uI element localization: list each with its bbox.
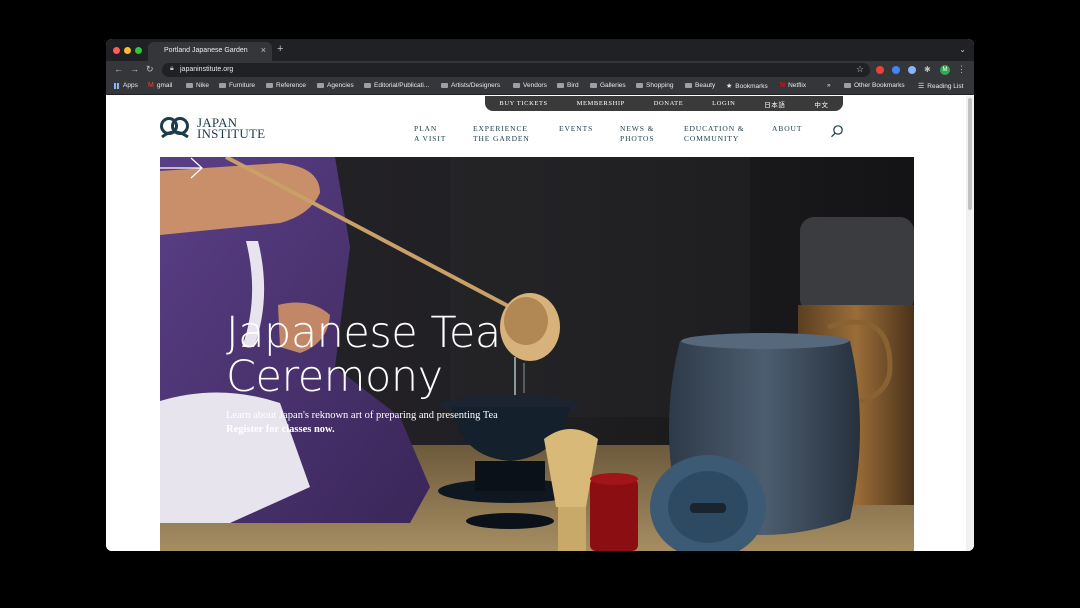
maximize-window-button[interactable] bbox=[135, 47, 142, 54]
bookmark-other-bookmarks[interactable]: Other Bookmarks bbox=[844, 82, 905, 89]
folder-icon bbox=[513, 83, 520, 88]
hero-title: Japanese Tea Ceremony bbox=[226, 308, 501, 402]
netflix-icon: N bbox=[780, 82, 786, 89]
bookmark-agencies[interactable]: Agencies bbox=[317, 82, 354, 89]
tab-strip: Portland Japanese Garden × + ⌄ bbox=[106, 39, 974, 61]
browser-window: Portland Japanese Garden × + ⌄ ← → ↻ 🔒︎ … bbox=[106, 39, 974, 551]
knot-logo-icon bbox=[160, 117, 189, 139]
bookmark-furniture[interactable]: Furniture bbox=[219, 82, 255, 89]
address-bar[interactable]: 🔒︎ japaninstitute.org ☆ bbox=[162, 63, 870, 77]
bookmark-bird[interactable]: Bird bbox=[557, 82, 579, 89]
folder-icon bbox=[219, 83, 226, 88]
folder-icon bbox=[636, 83, 643, 88]
bookmarks-bar: Apps Mgmail Nike Furniture Reference Age… bbox=[106, 79, 974, 95]
tab-close-icon[interactable]: × bbox=[261, 45, 266, 55]
bookmark-shopping[interactable]: Shopping bbox=[636, 82, 673, 89]
extension-icon-blue[interactable] bbox=[892, 66, 900, 74]
nav-about[interactable]: ABOUT bbox=[772, 124, 802, 134]
folder-icon bbox=[364, 83, 371, 88]
gmail-icon: M bbox=[148, 82, 154, 89]
forward-icon[interactable]: → bbox=[130, 64, 139, 75]
login-link[interactable]: LOGIN bbox=[712, 100, 735, 107]
browser-toolbar: ← → ↻ 🔒︎ japaninstitute.org ☆ ✱ M ⋮ bbox=[106, 61, 974, 79]
tab-search-icon[interactable]: ⌄ bbox=[959, 45, 966, 54]
logo-line-institute: INSTITUTE bbox=[197, 126, 266, 141]
bookmark-artists-designers[interactable]: Artists/Designers bbox=[441, 82, 500, 89]
folder-icon bbox=[266, 83, 273, 88]
bookmark-star-icon[interactable]: ☆ bbox=[856, 64, 864, 75]
membership-link[interactable]: MEMBERSHIP bbox=[577, 100, 625, 107]
folder-icon bbox=[590, 83, 597, 88]
nav-events[interactable]: EVENTS bbox=[559, 124, 593, 134]
bookmark-galleries[interactable]: Galleries bbox=[590, 82, 626, 89]
hero-banner[interactable]: Japanese Tea Ceremony Learn about Japan'… bbox=[160, 157, 914, 551]
back-icon[interactable]: ← bbox=[114, 64, 123, 75]
extension-icon-lightblue[interactable] bbox=[908, 66, 916, 74]
bookmark-reference[interactable]: Reference bbox=[266, 82, 306, 89]
page-scrollbar[interactable] bbox=[966, 96, 974, 551]
folder-icon bbox=[441, 83, 448, 88]
folder-icon bbox=[685, 83, 692, 88]
browser-tab[interactable]: Portland Japanese Garden × bbox=[148, 42, 272, 61]
bookmark-vendors[interactable]: Vendors bbox=[513, 82, 547, 89]
reload-icon[interactable]: ↻ bbox=[146, 64, 154, 75]
bookmark-bookmarks[interactable]: ★ Bookmarks bbox=[726, 82, 768, 91]
web-page: BUY TICKETS MEMBERSHIP DONATE LOGIN 日本語 … bbox=[106, 96, 966, 551]
bookmarks-overflow[interactable]: » bbox=[827, 82, 831, 89]
japan-institute-logo[interactable]: JAPAN INSTITUTE bbox=[158, 113, 265, 143]
utility-nav: BUY TICKETS MEMBERSHIP DONATE LOGIN 日本語 … bbox=[485, 96, 843, 111]
hero-subtitle: Learn about Japan's reknown art of prepa… bbox=[226, 410, 498, 421]
extension-icon-red[interactable] bbox=[876, 66, 884, 74]
minimize-window-button[interactable] bbox=[124, 47, 131, 54]
nav-plan-a-visit[interactable]: PLAN A VISIT bbox=[414, 124, 446, 144]
bookmark-nike[interactable]: Nike bbox=[186, 82, 209, 89]
nav-experience-the-garden[interactable]: EXPERIENCE THE GARDEN bbox=[473, 124, 530, 144]
japanese-language-link[interactable]: 日本語 bbox=[764, 99, 785, 109]
buy-tickets-link[interactable]: BUY TICKETS bbox=[499, 100, 547, 107]
lock-icon: 🔒︎ bbox=[170, 65, 174, 72]
bookmark-editorial[interactable]: Editorial/Publicati... bbox=[364, 82, 429, 89]
nav-education-community[interactable]: EDUCATION & COMMUNITY bbox=[684, 124, 745, 144]
close-window-button[interactable] bbox=[113, 47, 120, 54]
new-tab-button[interactable]: + bbox=[277, 43, 283, 55]
extensions-puzzle-icon[interactable]: ✱ bbox=[924, 64, 931, 75]
folder-icon bbox=[557, 83, 564, 88]
reading-list-icon: ☰ bbox=[918, 83, 925, 90]
scrollbar-thumb[interactable] bbox=[968, 98, 972, 210]
bookmark-apps[interactable]: Apps bbox=[114, 82, 138, 89]
arrow-right-icon[interactable] bbox=[160, 157, 204, 179]
folder-icon bbox=[186, 83, 193, 88]
hero-register-link[interactable]: Register for classes now. bbox=[226, 424, 335, 435]
bookmark-beauty[interactable]: Beauty bbox=[685, 82, 715, 89]
bookmark-netflix[interactable]: N Netflix bbox=[780, 82, 806, 89]
nav-news-photos[interactable]: NEWS & PHOTOS bbox=[620, 124, 654, 144]
bookmark-gmail[interactable]: Mgmail bbox=[148, 82, 172, 89]
url-text[interactable]: japaninstitute.org bbox=[180, 66, 233, 73]
tab-title: Portland Japanese Garden bbox=[164, 47, 248, 54]
search-icon[interactable] bbox=[830, 124, 844, 138]
chinese-language-link[interactable]: 中文 bbox=[814, 99, 828, 109]
folder-icon bbox=[317, 83, 324, 88]
profile-avatar[interactable]: M bbox=[940, 65, 950, 75]
folder-icon bbox=[844, 83, 851, 88]
apps-icon bbox=[114, 82, 120, 89]
star-icon: ★ bbox=[726, 83, 733, 90]
bookmark-reading-list[interactable]: ☰ Reading List bbox=[918, 82, 963, 91]
browser-menu-icon[interactable]: ⋮ bbox=[957, 64, 966, 75]
donate-link[interactable]: DONATE bbox=[654, 100, 684, 107]
